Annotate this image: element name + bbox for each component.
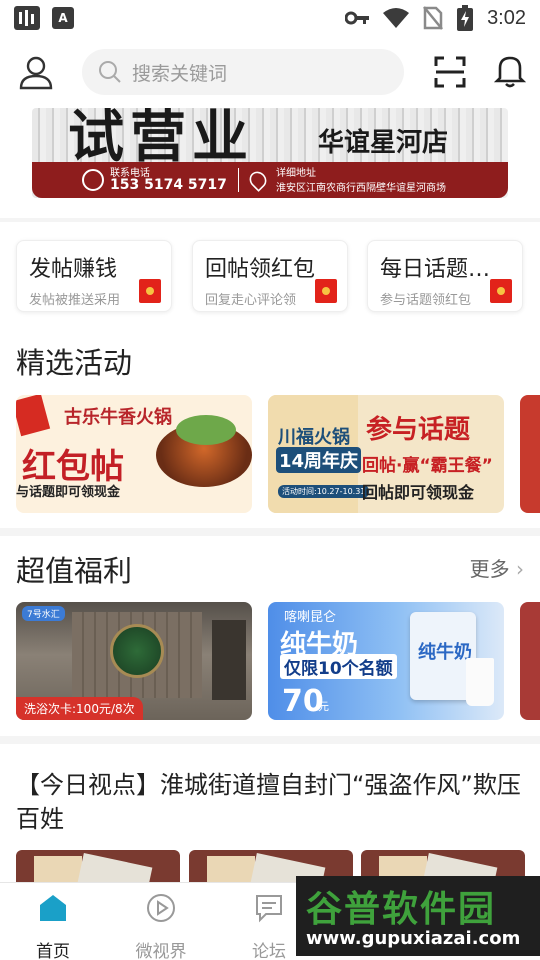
bell-icon[interactable] [494, 54, 526, 88]
address-label: 详细地址 [276, 168, 316, 179]
activity-subtitle: 回帖·赢“霸王餐” [362, 456, 493, 476]
welfare-card-partial[interactable] [520, 602, 540, 720]
red-envelope-icon [139, 279, 161, 303]
address-text: 淮安区江南农商行西隔壁华谊星河商场 [276, 183, 446, 194]
activity-date: 活动时间:10.27-10.31 [278, 485, 370, 498]
nav-tab-home[interactable]: 首页 [8, 893, 98, 960]
signal-bars-icon [14, 6, 40, 30]
welfare-price-unit: 元 [318, 700, 329, 713]
task-subtitle: 回复走心评论领 [205, 293, 297, 308]
nav-label: 首页 [36, 942, 70, 960]
battery-charging-icon [457, 5, 474, 31]
activity-title: 古乐牛香火锅 [64, 407, 172, 428]
location-icon [246, 168, 270, 192]
promo-banner[interactable]: 试营业 华谊星河店 联系电话 153 5174 5717 详细地址 淮安区江南农… [32, 108, 508, 198]
red-envelope-icon [16, 395, 51, 437]
top-header: 搜索关键词 [0, 44, 540, 100]
key-icon [345, 11, 370, 25]
welfare-label: 洗浴次卡:100元/8次 [16, 697, 143, 720]
welfare-subtitle: 仅限10个名额 [280, 654, 397, 679]
vegetables-image [176, 415, 236, 445]
divider [0, 736, 540, 744]
scan-icon[interactable] [434, 56, 466, 88]
strip-divider [238, 168, 239, 192]
red-envelope-icon [315, 279, 337, 303]
nav-label: 微视界 [135, 942, 187, 960]
red-envelope-icon [490, 279, 512, 303]
search-placeholder: 搜索关键词 [132, 62, 228, 85]
welfare-brand: 喀喇昆仑 [284, 610, 337, 625]
no-sim-icon [423, 6, 444, 30]
section-title-welfare: 超值福利 [16, 554, 133, 588]
welfare-card-milk[interactable]: 喀喇昆仑 纯牛奶 仅限10个名额 70 元 纯牛奶 [268, 602, 504, 720]
activity-subtitle: 与话题即可领现金 [16, 485, 121, 500]
news-title[interactable]: 【今日视点】淮城街道擅自封门“强盗作风”欺压百姓 [16, 768, 524, 836]
section-title-activities: 精选活动 [16, 346, 133, 380]
activity-title: 参与话题 [366, 415, 471, 445]
chat-icon [256, 895, 282, 923]
task-subtitle: 发帖被推送采用 [29, 293, 121, 308]
clock: 3:02 [487, 6, 526, 29]
milk-pack-label: 纯牛奶 [418, 642, 472, 663]
activity-subtitle-2: 回帖即可领现金 [362, 483, 475, 502]
welfare-card-bath[interactable]: 7号水汇 洗浴次卡:100元/8次 [16, 602, 252, 720]
keyboard-indicator-icon: A [52, 7, 74, 29]
activity-banner-anniversary[interactable]: 川福火锅 14周年庆 活动时间:10.27-10.31 参与话题 回帖·赢“霸王… [268, 395, 504, 513]
divider [0, 528, 540, 536]
wifi-icon [383, 8, 410, 28]
banner-store-name: 华谊星河店 [318, 128, 449, 158]
activity-anniversary: 14周年庆 [276, 447, 362, 473]
status-bar: A 3:02 [0, 0, 540, 36]
play-circle-icon [147, 894, 175, 922]
activity-banner-partial[interactable] [520, 395, 540, 513]
milk-glass-image [466, 658, 494, 706]
more-link[interactable]: 更多 › [470, 553, 524, 582]
watermark-url: www.gupuxiazai.com [306, 928, 521, 949]
activity-brand: 川福火锅 [278, 427, 350, 448]
watermark: 谷普软件园 www.gupuxiazai.com [296, 876, 540, 956]
door-image [212, 620, 246, 700]
task-card-reply-red-packet[interactable]: 回帖领红包 回复走心评论领 [192, 240, 348, 312]
banner-contact-strip: 联系电话 153 5174 5717 详细地址 淮安区江南农商行西隔壁华谊星河商… [32, 162, 508, 198]
watermark-title: 谷普软件园 [306, 889, 497, 930]
task-card-daily-topic[interactable]: 每日话题… 参与话题领红包 [367, 240, 523, 312]
home-icon [40, 895, 66, 921]
phone-icon [82, 169, 104, 191]
welfare-tag: 7号水汇 [22, 606, 65, 621]
chevron-right-icon: › [516, 557, 524, 581]
user-avatar-icon[interactable] [18, 54, 54, 90]
contact-phone: 153 5174 5717 [110, 177, 227, 193]
search-icon [99, 61, 121, 83]
nav-tab-video[interactable]: 微视界 [116, 893, 206, 960]
more-label: 更多 [469, 557, 510, 581]
round-window-image [110, 624, 164, 678]
activity-banner-hotpot[interactable]: 古乐牛香火锅 红包帖 与话题即可领现金 [16, 395, 252, 513]
task-card-post-earn[interactable]: 发帖赚钱 发帖被推送采用 [16, 240, 172, 312]
task-subtitle: 参与话题领红包 [380, 293, 472, 308]
divider [0, 218, 540, 222]
search-input[interactable]: 搜索关键词 [82, 49, 404, 95]
